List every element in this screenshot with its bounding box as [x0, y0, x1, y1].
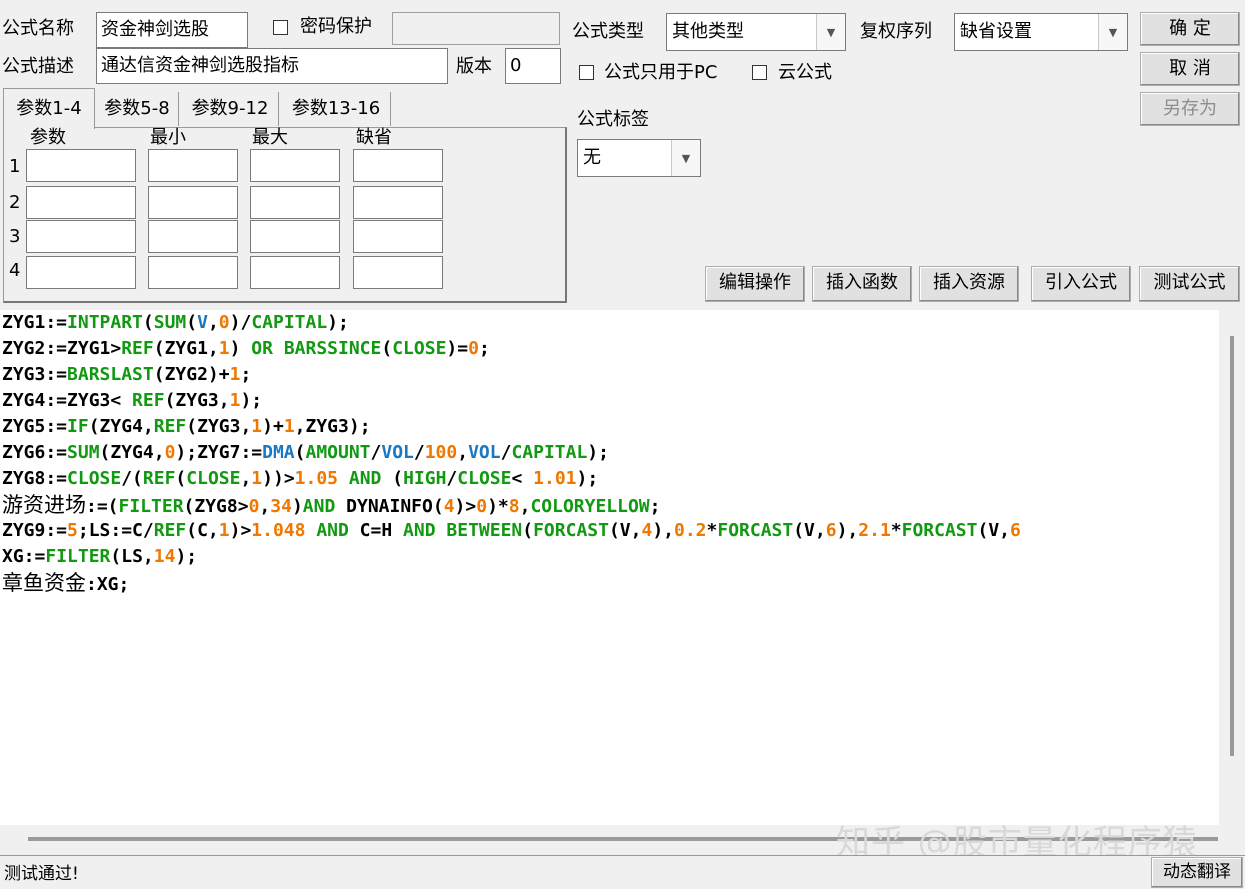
code-line: 游资进场:=(FILTER(ZYG8>0,34)AND DYNAINFO(4)>…	[2, 493, 661, 517]
param-row-number: 1	[9, 156, 21, 177]
param-header-default: 缺省	[356, 127, 392, 148]
param-header-min: 最小	[150, 127, 186, 148]
param-min-input[interactable]	[148, 186, 238, 219]
param-max-input[interactable]	[250, 220, 340, 253]
tag-value: 无	[583, 147, 601, 168]
cloud-checkbox[interactable]	[752, 65, 767, 80]
formula-type-select[interactable]: 其他类型 ▼	[666, 13, 846, 51]
vertical-scrollbar[interactable]	[1219, 310, 1245, 825]
tab-params-9-12[interactable]: 参数9-12	[182, 92, 279, 126]
param-name-input[interactable]	[26, 149, 136, 182]
password-checkbox[interactable]	[273, 20, 288, 35]
status-text: 测试通过!	[4, 864, 79, 884]
param-row-number: 3	[9, 226, 21, 247]
param-row-number: 4	[9, 260, 21, 281]
version-input[interactable]: 0	[505, 48, 561, 84]
chevron-down-icon[interactable]: ▼	[1098, 14, 1127, 50]
code-line: ZYG5:=IF(ZYG4,REF(ZYG3,1)+1,ZYG3);	[2, 416, 371, 437]
dynamic-translate-button[interactable]: 动态翻译	[1151, 857, 1243, 888]
param-max-input[interactable]	[250, 186, 340, 219]
password-label: 密码保护	[300, 16, 372, 37]
code-line: ZYG2:=ZYG1>REF(ZYG1,1) OR BARSSINCE(CLOS…	[2, 338, 490, 359]
param-min-input[interactable]	[148, 256, 238, 289]
param-default-input[interactable]	[353, 186, 443, 219]
status-bar: 测试通过!	[0, 855, 1245, 889]
param-header-name: 参数	[30, 127, 66, 148]
chevron-down-icon[interactable]: ▼	[816, 14, 845, 50]
formula-type-label: 公式类型	[572, 21, 644, 42]
param-default-input[interactable]	[353, 220, 443, 253]
formula-code-editor[interactable]: ZYG1:=INTPART(SUM(V,0)/CAPITAL); ZYG2:=Z…	[0, 310, 1219, 825]
cancel-button[interactable]: 取 消	[1140, 52, 1240, 86]
code-line: 章鱼资金:XG;	[2, 571, 130, 595]
code-line: ZYG8:=CLOSE/(REF(CLOSE,1))>1.05 AND (HIG…	[2, 468, 599, 489]
code-line: ZYG3:=BARSLAST(ZYG2)+1;	[2, 364, 252, 385]
save-as-button[interactable]: 另存为	[1140, 92, 1240, 126]
insert-function-button[interactable]: 插入函数	[812, 266, 912, 302]
param-row-number: 2	[9, 192, 21, 213]
chevron-down-icon[interactable]: ▼	[671, 140, 700, 176]
test-formula-button[interactable]: 测试公式	[1139, 266, 1240, 302]
code-line: XG:=FILTER(LS,14);	[2, 546, 198, 567]
rights-value: 缺省设置	[960, 21, 1032, 42]
code-line: ZYG6:=SUM(ZYG4,0);ZYG7:=DMA(AMOUNT/VOL/1…	[2, 442, 609, 463]
param-min-input[interactable]	[148, 149, 238, 182]
ok-button[interactable]: 确 定	[1140, 12, 1240, 46]
formula-name-input[interactable]: 资金神剑选股	[96, 12, 248, 48]
scrollbar-thumb[interactable]	[1230, 336, 1234, 756]
tab-params-13-16[interactable]: 参数13-16	[282, 92, 391, 126]
rights-label: 复权序列	[860, 21, 932, 42]
tab-params-1-4[interactable]: 参数1-4	[3, 88, 95, 129]
edit-ops-button[interactable]: 编辑操作	[705, 266, 805, 302]
code-line: ZYG9:=5;LS:=C/REF(C,1)>1.048 AND C=H AND…	[2, 520, 1021, 541]
import-formula-button[interactable]: 引入公式	[1031, 266, 1131, 302]
param-name-input[interactable]	[26, 220, 136, 253]
password-input[interactable]	[392, 12, 560, 45]
param-default-input[interactable]	[353, 149, 443, 182]
insert-resource-button[interactable]: 插入资源	[919, 266, 1019, 302]
rights-select[interactable]: 缺省设置 ▼	[954, 13, 1128, 51]
pc-only-label: 公式只用于PC	[604, 62, 718, 83]
formula-desc-label: 公式描述	[2, 56, 74, 77]
code-line: ZYG1:=INTPART(SUM(V,0)/CAPITAL);	[2, 312, 349, 333]
param-default-input[interactable]	[353, 256, 443, 289]
formula-desc-input[interactable]: 通达信资金神剑选股指标	[96, 48, 448, 84]
version-label: 版本	[456, 56, 492, 77]
param-max-input[interactable]	[250, 149, 340, 182]
param-max-input[interactable]	[250, 256, 340, 289]
param-header-max: 最大	[252, 127, 288, 148]
param-name-input[interactable]	[26, 186, 136, 219]
param-name-input[interactable]	[26, 256, 136, 289]
formula-name-label: 公式名称	[2, 18, 74, 39]
formula-type-value: 其他类型	[672, 21, 744, 42]
cloud-label: 云公式	[778, 62, 832, 83]
tag-label: 公式标签	[577, 109, 649, 130]
pc-only-checkbox[interactable]	[579, 65, 594, 80]
param-min-input[interactable]	[148, 220, 238, 253]
tag-select[interactable]: 无 ▼	[577, 139, 701, 177]
code-line: ZYG4:=ZYG3< REF(ZYG3,1);	[2, 390, 263, 411]
tab-params-5-8[interactable]: 参数5-8	[96, 92, 179, 126]
